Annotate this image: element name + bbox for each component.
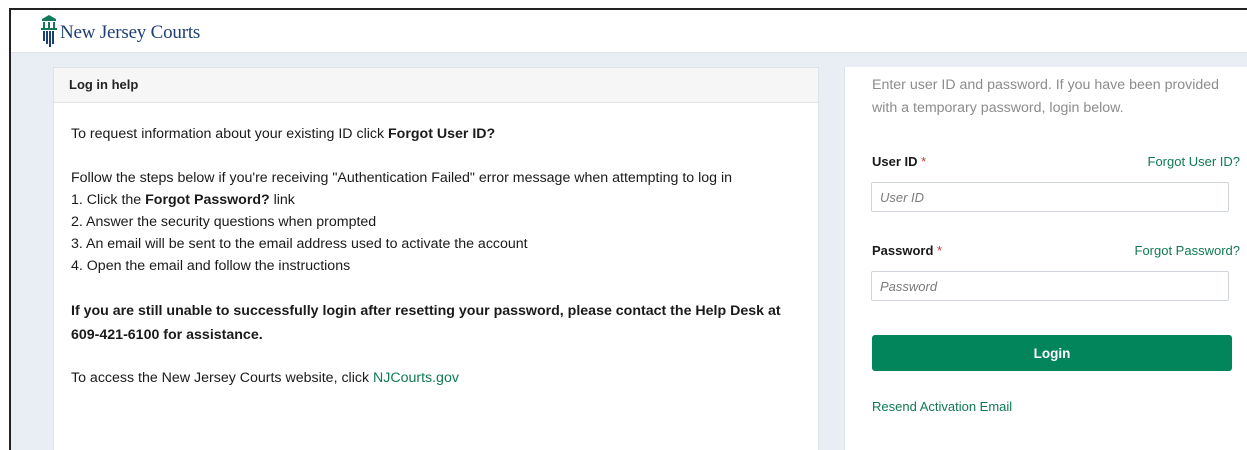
help-panel-body: To request information about your existi…: [54, 123, 818, 389]
request-info-prefix: To request information about your existi…: [71, 126, 389, 142]
userid-input[interactable]: [871, 182, 1229, 212]
login-instructions: Enter user ID and password. If you have …: [872, 77, 1220, 116]
required-asterisk: *: [937, 243, 943, 258]
request-info-bold: Forgot User ID?: [388, 126, 496, 142]
access-website-prefix: To access the New Jersey Courts website,…: [71, 370, 373, 386]
njcourts-link[interactable]: NJCourts.gov: [373, 370, 459, 386]
step-1-suffix: link: [269, 192, 295, 208]
step-3: 3. An email will be sent to the email ad…: [71, 236, 528, 252]
step-1-prefix: 1. Click the: [71, 192, 146, 208]
password-label: Password *: [872, 243, 942, 258]
top-header-bar: New Jersey Courts: [11, 10, 1247, 53]
follow-steps-text: Follow the steps below if you're receivi…: [71, 170, 733, 186]
step-2: 2. Answer the security questions when pr…: [71, 214, 377, 230]
password-label-text: Password: [872, 243, 934, 258]
userid-label-text: User ID: [872, 154, 918, 169]
nj-courts-logo[interactable]: New Jersey Courts: [39, 13, 200, 49]
request-info-text: To request information about your existi…: [71, 123, 801, 145]
step-1-bold: Forgot Password?: [145, 192, 270, 208]
access-website-text: To access the New Jersey Courts website,…: [71, 367, 801, 389]
forgot-password-link[interactable]: Forgot Password?: [1135, 243, 1241, 258]
help-panel-title: Log in help: [54, 68, 818, 103]
login-form-panel: Enter user ID and password. If you have …: [844, 67, 1247, 450]
step-1: 1. Click the Forgot Password? link: [71, 189, 801, 211]
step-4: 4. Open the email and follow the instruc…: [71, 258, 351, 274]
login-help-panel: Log in help To request information about…: [53, 67, 819, 450]
browser-viewport: New Jersey Courts Log in help To request…: [9, 8, 1247, 450]
logo-text: New Jersey Courts: [60, 22, 201, 43]
password-input[interactable]: [871, 271, 1229, 301]
required-asterisk: *: [921, 154, 927, 169]
forgot-userid-link[interactable]: Forgot User ID?: [1148, 154, 1240, 169]
resend-activation-link[interactable]: Resend Activation Email: [872, 399, 1012, 414]
login-button[interactable]: Login: [872, 335, 1232, 371]
help-desk-notice: If you are still unable to successfully …: [71, 303, 781, 343]
userid-label: User ID *: [872, 154, 926, 169]
courthouse-columns-icon: [39, 14, 59, 48]
